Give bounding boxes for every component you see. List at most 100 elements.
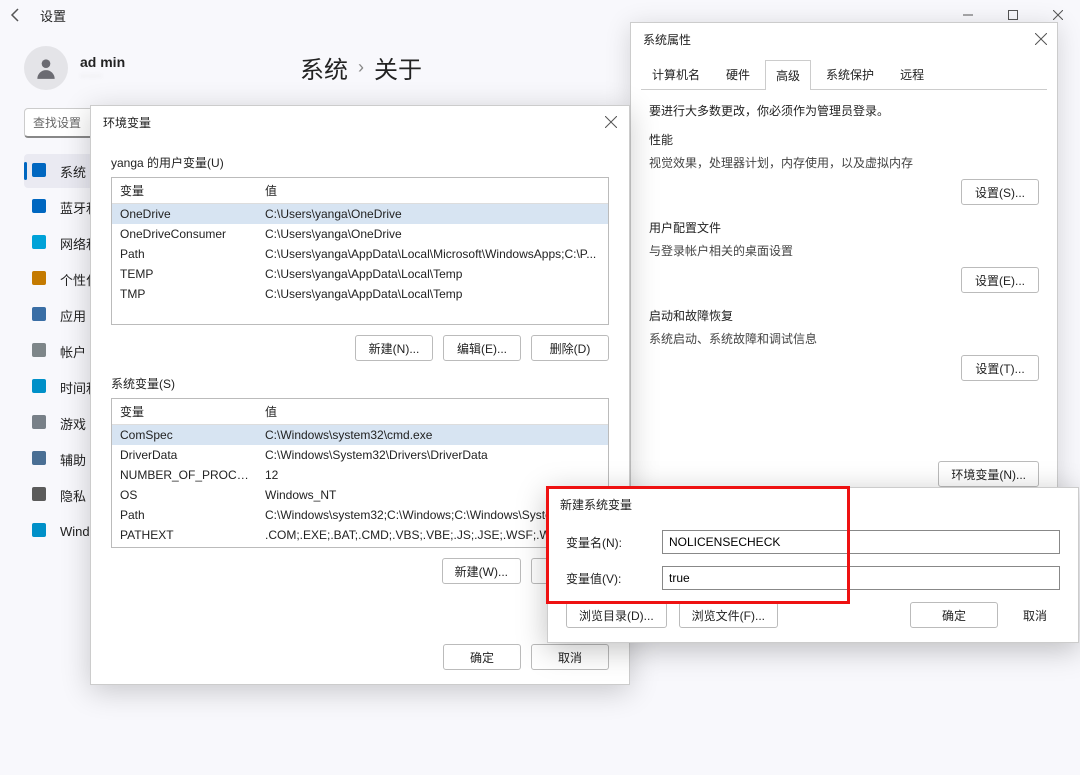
window-title: 设置 <box>40 6 66 25</box>
var-name: Path <box>112 505 257 525</box>
nav-icon <box>32 415 48 431</box>
sysprops-tab[interactable]: 高级 <box>765 60 811 90</box>
user-vars-table[interactable]: 变量 值 OneDriveC:\Users\yanga\OneDriveOneD… <box>111 177 609 325</box>
group-title: 性能 <box>649 131 1039 148</box>
nav-icon <box>32 523 48 539</box>
user-name: ad min <box>80 54 125 70</box>
user-sub: ······ <box>80 70 125 82</box>
group-desc: 视觉效果，处理器计划，内存使用，以及虚拟内存 <box>649 154 1039 171</box>
nav-label: 帐户 <box>60 342 86 361</box>
sysprops-title: 系统属性 <box>631 23 1057 55</box>
col-header-variable[interactable]: 变量 <box>112 178 257 203</box>
var-value-label: 变量值(V): <box>566 570 650 587</box>
var-name: DriverData <box>112 445 257 465</box>
nav-icon <box>32 487 48 503</box>
nav-label: 系统 <box>60 162 86 181</box>
group-title: 用户配置文件 <box>649 219 1039 236</box>
var-name: OneDrive <box>112 204 257 224</box>
var-name: OS <box>112 485 257 505</box>
var-name: TMP <box>112 284 257 304</box>
sysprops-tab[interactable]: 计算机名 <box>641 59 711 89</box>
table-row[interactable]: PathC:\Users\yanga\AppData\Local\Microso… <box>112 244 608 264</box>
table-row[interactable]: DriverDataC:\Windows\System32\Drivers\Dr… <box>112 445 608 465</box>
chevron-right-icon: › <box>358 57 364 78</box>
var-name: NUMBER_OF_PROCESSORS <box>112 465 257 485</box>
nav-label: 游戏 <box>60 414 86 433</box>
var-name: TEMP <box>112 264 257 284</box>
envvars-cancel-button[interactable]: 取消 <box>531 644 609 670</box>
sysprops-note: 要进行大多数更改，你必须作为管理员登录。 <box>649 102 1039 119</box>
var-value: C:\Windows\System32\Drivers\DriverData <box>257 445 608 465</box>
nav-icon <box>32 307 48 323</box>
user-vars-label: yanga 的用户变量(U) <box>111 154 609 171</box>
sys-vars-label: 系统变量(S) <box>111 375 609 392</box>
var-name: ComSpec <box>112 425 257 445</box>
col-header-value[interactable]: 值 <box>257 178 608 203</box>
group-settings-button[interactable]: 设置(T)... <box>961 355 1039 381</box>
sysprops-tab[interactable]: 硬件 <box>715 59 761 89</box>
table-row[interactable]: PATHEXT.COM;.EXE;.BAT;.CMD;.VBS;.VBE;.JS… <box>112 525 608 545</box>
table-row[interactable]: OSWindows_NT <box>112 485 608 505</box>
user-new-button[interactable]: 新建(N)... <box>355 335 433 361</box>
nav-label: 隐私 <box>60 486 86 505</box>
var-value: C:\Users\yanga\OneDrive <box>257 224 608 244</box>
close-icon[interactable] <box>601 112 621 132</box>
sysprops-tab[interactable]: 系统保护 <box>815 59 885 89</box>
sys-vars-table[interactable]: 变量 值 ComSpecC:\Windows\system32\cmd.exeD… <box>111 398 609 548</box>
sys-new-button[interactable]: 新建(W)... <box>442 558 521 584</box>
table-row[interactable]: OneDriveC:\Users\yanga\OneDrive <box>112 204 608 224</box>
system-properties-dialog: 系统属性 计算机名硬件高级系统保护远程 要进行大多数更改，你必须作为管理员登录。… <box>630 22 1058 502</box>
table-row[interactable]: TEMPC:\Users\yanga\AppData\Local\Temp <box>112 264 608 284</box>
breadcrumb-leaf: 关于 <box>374 50 422 85</box>
table-row[interactable]: NUMBER_OF_PROCESSORS12 <box>112 465 608 485</box>
nav-icon <box>32 271 48 287</box>
nav-label: 辅助 <box>60 450 86 469</box>
var-value-input[interactable] <box>662 566 1060 590</box>
var-name: OneDriveConsumer <box>112 224 257 244</box>
avatar <box>24 46 68 90</box>
sysprops-tabs: 计算机名硬件高级系统保护远程 <box>631 55 1057 89</box>
nav-icon <box>32 235 48 251</box>
group-settings-button[interactable]: 设置(E)... <box>961 267 1039 293</box>
back-icon[interactable] <box>8 7 24 23</box>
group-settings-button[interactable]: 设置(S)... <box>961 179 1039 205</box>
group-desc: 与登录帐户相关的桌面设置 <box>649 242 1039 259</box>
var-value: C:\Users\yanga\AppData\Local\Temp <box>257 264 608 284</box>
var-name: PROCESSOR_ARCHITECT... <box>112 545 257 548</box>
table-row[interactable]: OneDriveConsumerC:\Users\yanga\OneDrive <box>112 224 608 244</box>
user-block[interactable]: ad min ······ <box>24 46 284 90</box>
user-edit-button[interactable]: 编辑(E)... <box>443 335 521 361</box>
var-value: C:\Users\yanga\AppData\Local\Temp <box>257 284 608 304</box>
nav-icon <box>32 343 48 359</box>
search-placeholder: 查找设置 <box>33 114 81 131</box>
newvar-title: 新建系统变量 <box>548 488 1078 520</box>
table-row[interactable]: PathC:\Windows\system32;C:\Windows;C:\Wi… <box>112 505 608 525</box>
nav-label: 应用 <box>60 306 86 325</box>
var-value: C:\Windows\system32\cmd.exe <box>257 425 608 445</box>
newvar-cancel-button[interactable]: 取消 <box>1010 602 1060 628</box>
browse-dir-button[interactable]: 浏览目录(D)... <box>566 602 667 628</box>
breadcrumb-root[interactable]: 系统 <box>300 50 348 85</box>
group-desc: 系统启动、系统故障和调试信息 <box>649 330 1039 347</box>
user-delete-button[interactable]: 删除(D) <box>531 335 609 361</box>
var-name-label: 变量名(N): <box>566 534 650 551</box>
var-value: 12 <box>257 465 608 485</box>
new-system-variable-dialog: 新建系统变量 变量名(N): 变量值(V): 浏览目录(D)... 浏览文件(F… <box>547 487 1079 643</box>
browse-file-button[interactable]: 浏览文件(F)... <box>679 602 778 628</box>
nav-icon <box>32 451 48 467</box>
col-header-value[interactable]: 值 <box>257 399 608 424</box>
sysprops-tab[interactable]: 远程 <box>889 59 935 89</box>
col-header-variable[interactable]: 变量 <box>112 399 257 424</box>
newvar-ok-button[interactable]: 确定 <box>910 602 998 628</box>
table-row[interactable]: ComSpecC:\Windows\system32\cmd.exe <box>112 425 608 445</box>
var-name-input[interactable] <box>662 530 1060 554</box>
env-vars-button[interactable]: 环境变量(N)... <box>938 461 1039 487</box>
table-row[interactable]: PROCESSOR_ARCHITECT...AMD64 <box>112 545 608 548</box>
close-icon[interactable] <box>1031 29 1051 49</box>
var-name: PATHEXT <box>112 525 257 545</box>
group-title: 启动和故障恢复 <box>649 307 1039 324</box>
table-row[interactable]: TMPC:\Users\yanga\AppData\Local\Temp <box>112 284 608 304</box>
envvars-ok-button[interactable]: 确定 <box>443 644 521 670</box>
var-value: C:\Users\yanga\AppData\Local\Microsoft\W… <box>257 244 608 264</box>
nav-icon <box>32 379 48 395</box>
